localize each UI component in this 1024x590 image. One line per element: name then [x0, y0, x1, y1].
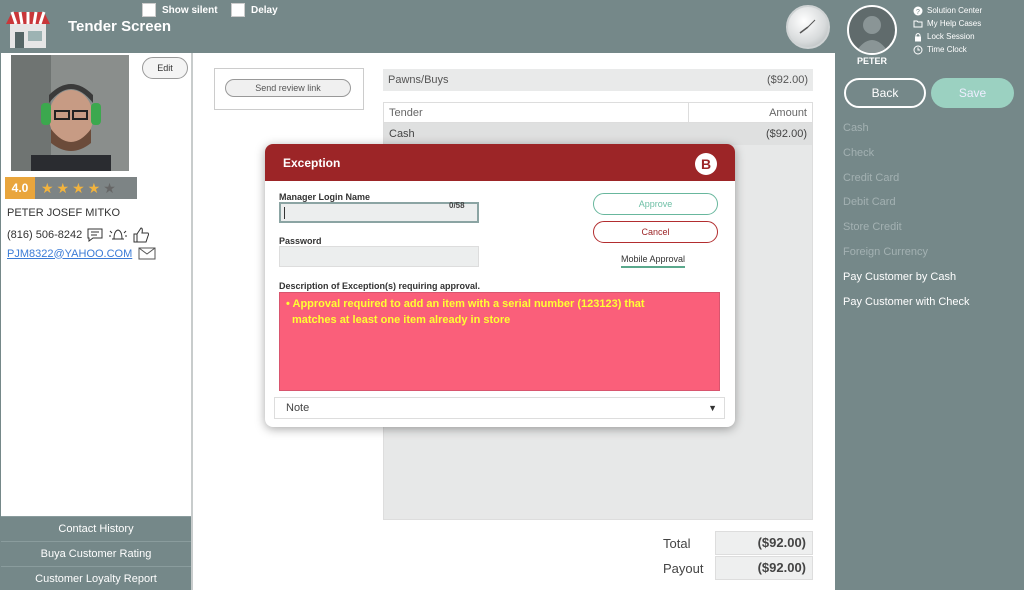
user-name: PETER [857, 56, 888, 66]
customer-phone-row: (816) 506-8242 [7, 227, 150, 243]
password-label: Password [279, 236, 322, 246]
customer-email[interactable]: PJM8322@YAHOO.COM [7, 248, 132, 260]
payout-label: Payout [663, 560, 704, 576]
edit-button[interactable]: Edit [142, 57, 188, 79]
payment-cash[interactable]: Cash [843, 116, 970, 141]
note-selected-value: Note [286, 402, 310, 414]
pawns-label: Pawns/Buys [388, 74, 449, 86]
exception-line-2: matches at least one item already in sto… [292, 314, 511, 326]
exception-dialog: Exception B Manager Login Name 0/58 Pass… [265, 144, 735, 427]
tender-column-header: Tender [384, 103, 689, 122]
customer-rating-button[interactable]: Buya Customer Rating [1, 541, 191, 566]
brand-logo-icon: B [695, 153, 717, 175]
total-row: Total ($92.00) [663, 531, 813, 555]
thumbs-up-icon[interactable] [132, 227, 150, 243]
customer-photo [11, 55, 129, 171]
table-header: Tender Amount [384, 103, 812, 123]
character-counter: 0/58 [449, 201, 465, 210]
save-button[interactable]: Save [931, 78, 1014, 108]
solution-center-link[interactable]: ? Solution Center [913, 4, 982, 17]
checkbox-box[interactable] [142, 3, 156, 17]
payment-pay-customer-cash[interactable]: Pay Customer by Cash [843, 265, 970, 290]
clock-icon [786, 5, 830, 49]
cancel-button[interactable]: Cancel [593, 221, 718, 243]
chevron-down-icon: ▼ [708, 403, 717, 413]
help-cases-link[interactable]: My Help Cases [913, 17, 982, 30]
manager-login-label: Manager Login Name [279, 192, 371, 202]
payout-value: ($92.00) [715, 556, 813, 580]
customer-rating: 4.0 ★★★★★ [5, 177, 137, 199]
payment-methods: Cash Check Credit Card Debit Card Store … [843, 116, 970, 314]
customer-actions: Contact History Buya Customer Rating Cus… [1, 516, 191, 590]
amount-column-header: Amount [769, 107, 807, 119]
loyalty-report-button[interactable]: Customer Loyalty Report [1, 566, 191, 590]
right-panel: PETER ? Solution Center My Help Cases Lo… [835, 0, 1024, 590]
mobile-approval-tab[interactable]: Mobile Approval [621, 254, 686, 268]
solution-center-label: Solution Center [927, 6, 983, 15]
question-icon: ? [913, 6, 923, 16]
svg-text:?: ? [916, 9, 920, 16]
total-value: ($92.00) [715, 531, 813, 555]
clock-icon [913, 45, 923, 54]
payment-credit-card[interactable]: Credit Card [843, 166, 970, 191]
lock-session-link[interactable]: Lock Session [913, 30, 982, 43]
customer-email-row: PJM8322@YAHOO.COM [7, 247, 156, 260]
table-row[interactable]: Cash ($92.00) [384, 123, 812, 145]
star-empty-icon: ★ [103, 179, 119, 196]
star-icons: ★★★★★ [41, 180, 119, 197]
payment-store-credit[interactable]: Store Credit [843, 215, 970, 240]
lock-session-label: Lock Session [927, 32, 975, 41]
payment-pay-customer-check[interactable]: Pay Customer with Check [843, 290, 970, 315]
user-avatar[interactable] [847, 5, 897, 55]
tender-cell: Cash [389, 128, 415, 140]
pawns-amount: ($92.00) [767, 74, 808, 86]
send-review-link-button[interactable]: Send review link [225, 79, 351, 97]
store-icon [6, 10, 50, 50]
top-bar: Tender Screen Show silent Delay [0, 0, 835, 53]
payment-foreign-currency[interactable]: Foreign Currency [843, 240, 970, 265]
customer-name: PETER JOSEF MITKO [7, 207, 121, 219]
payout-row: Payout ($92.00) [663, 556, 813, 580]
show-silent-checkbox[interactable]: Show silent [142, 3, 218, 17]
time-clock-link[interactable]: Time Clock [913, 43, 982, 56]
rating-value: 4.0 [5, 177, 35, 199]
total-label: Total [663, 535, 691, 551]
contact-history-button[interactable]: Contact History [1, 516, 191, 541]
dialog-title: Exception [283, 155, 341, 170]
customer-panel: Edit 4.0 ★★★★★ PETER JOSEF MITKO (816) 5… [1, 53, 191, 590]
show-silent-label: Show silent [162, 4, 218, 16]
review-box: Send review link [214, 68, 364, 110]
back-button[interactable]: Back [844, 78, 926, 108]
bell-icon[interactable] [108, 227, 128, 243]
lock-icon [915, 32, 921, 41]
page-title: Tender Screen [68, 18, 172, 35]
amount-cell: ($92.00) [766, 128, 807, 140]
payment-debit-card[interactable]: Debit Card [843, 190, 970, 215]
message-icon[interactable] [86, 227, 104, 243]
password-input[interactable] [279, 246, 479, 267]
pawns-buys-row: Pawns/Buys ($92.00) [383, 69, 813, 91]
approve-button[interactable]: Approve [593, 193, 718, 215]
exception-line-1: • Approval required to add an item with … [286, 298, 645, 310]
checkbox-box[interactable] [231, 3, 245, 17]
star-filled-icons: ★★★★ [41, 179, 104, 196]
envelope-icon[interactable] [138, 247, 156, 260]
payment-check[interactable]: Check [843, 141, 970, 166]
text-cursor [284, 207, 285, 219]
folder-icon [913, 20, 923, 27]
help-cases-label: My Help Cases [927, 19, 982, 28]
customer-phone: (816) 506-8242 [7, 229, 83, 241]
utility-links: ? Solution Center My Help Cases Lock Ses… [913, 4, 982, 56]
delay-label: Delay [251, 4, 278, 16]
dialog-header: Exception B [265, 144, 735, 181]
note-dropdown[interactable]: Note ▼ [274, 397, 725, 419]
exception-description: • Approval required to add an item with … [279, 292, 720, 391]
time-clock-label: Time Clock [927, 45, 967, 54]
delay-checkbox[interactable]: Delay [231, 3, 278, 17]
description-label: Description of Exception(s) requiring ap… [279, 281, 481, 291]
